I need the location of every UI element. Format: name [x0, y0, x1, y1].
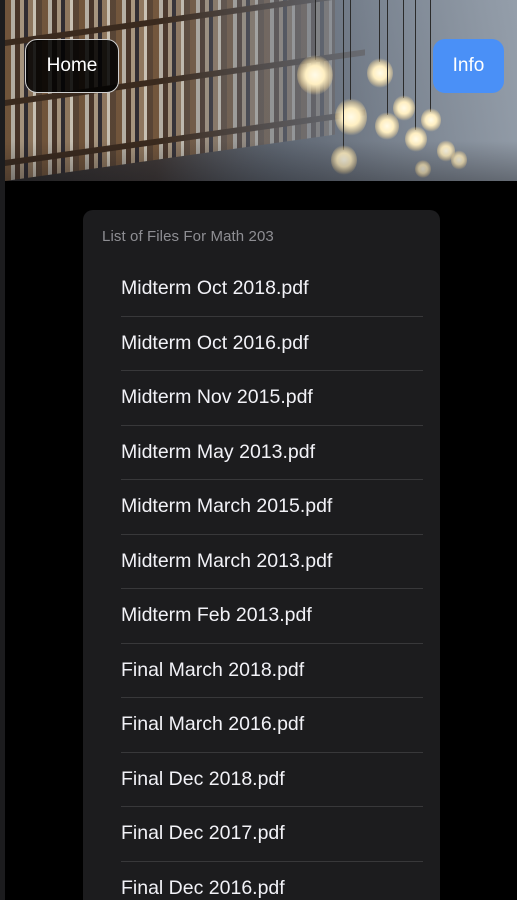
light-bulb — [421, 108, 441, 132]
file-item[interactable]: Final Dec 2018.pdf — [121, 753, 423, 807]
lamp-cord — [415, 0, 416, 130]
file-item[interactable]: Final Dec 2016.pdf — [121, 862, 423, 900]
file-item[interactable]: Midterm Feb 2013.pdf — [121, 589, 423, 644]
home-button[interactable]: Home — [25, 39, 119, 93]
light-bulb — [393, 95, 415, 121]
app-screen: Home Info List of Files For Math 203 Mid… — [0, 0, 517, 900]
light-bulb — [367, 58, 393, 88]
file-item[interactable]: Midterm May 2013.pdf — [121, 426, 423, 480]
lamp-cord — [430, 0, 431, 112]
light-bulb — [335, 98, 367, 136]
header-shade — [5, 141, 517, 181]
info-button[interactable]: Info — [433, 39, 504, 93]
file-item[interactable]: Midterm Oct 2018.pdf — [121, 262, 423, 317]
file-item[interactable]: Midterm March 2013.pdf — [121, 535, 423, 589]
lamp-cord — [387, 0, 388, 115]
file-list-panel: List of Files For Math 203 Midterm Oct 2… — [83, 210, 440, 900]
lamp-cord — [403, 0, 404, 98]
light-bulb — [297, 55, 333, 95]
file-item[interactable]: Final Dec 2017.pdf — [121, 807, 423, 862]
lamp-cord — [343, 0, 344, 150]
file-item[interactable]: Midterm Oct 2016.pdf — [121, 317, 423, 371]
file-list-title: List of Files For Math 203 — [102, 228, 274, 245]
lamp-cord — [315, 0, 316, 60]
file-item[interactable]: Midterm Nov 2015.pdf — [121, 371, 423, 426]
file-item[interactable]: Final March 2018.pdf — [121, 644, 423, 698]
lamp-cord — [350, 0, 351, 100]
file-item[interactable]: Midterm March 2015.pdf — [121, 480, 423, 535]
file-item[interactable]: Final March 2016.pdf — [121, 698, 423, 753]
lamp-cord — [379, 0, 380, 62]
file-list: Midterm Oct 2018.pdf Midterm Oct 2016.pd… — [121, 262, 423, 900]
